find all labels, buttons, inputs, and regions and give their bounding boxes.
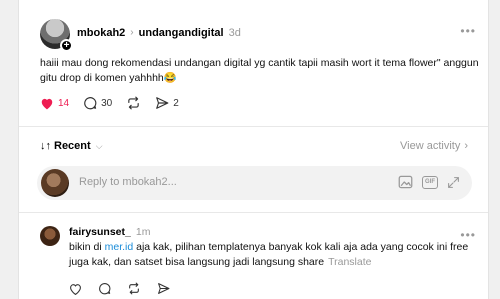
expand-icon[interactable] bbox=[447, 176, 460, 189]
avatar[interactable]: + bbox=[40, 19, 73, 52]
post-actions: 14 30 2 bbox=[40, 96, 193, 110]
share-button[interactable] bbox=[157, 282, 170, 295]
like-button[interactable]: 14 bbox=[40, 97, 69, 110]
post-community[interactable]: undangandigital bbox=[139, 26, 224, 40]
reply-input[interactable]: Reply to mbokah2... GIF bbox=[37, 166, 472, 200]
view-activity-link[interactable]: View activity › bbox=[400, 140, 468, 152]
share-icon bbox=[156, 97, 169, 109]
comment-actions bbox=[69, 282, 186, 295]
share-count: 2 bbox=[173, 97, 179, 109]
follow-plus-icon[interactable]: + bbox=[60, 39, 73, 52]
like-button[interactable] bbox=[69, 283, 82, 295]
post-header: mbokah2 › undangandigital 3d bbox=[77, 26, 241, 40]
translate-link[interactable]: Translate bbox=[328, 256, 371, 268]
repost-icon bbox=[128, 96, 139, 110]
avatar[interactable] bbox=[40, 226, 60, 246]
heart-icon bbox=[70, 283, 81, 295]
reply-tools: GIF bbox=[398, 175, 460, 189]
more-icon[interactable]: ••• bbox=[460, 25, 476, 37]
more-icon[interactable]: ••• bbox=[460, 229, 476, 241]
sort-dropdown[interactable]: ↓↑ Recent ⌵ bbox=[40, 140, 103, 152]
reply-placeholder: Reply to mbokah2... bbox=[79, 176, 177, 188]
post-text: haiii mau dong rekomendasi undangan digi… bbox=[40, 56, 480, 86]
sort-label: Recent bbox=[54, 140, 91, 152]
comment-icon bbox=[99, 283, 111, 295]
comment-text-before: bikin di bbox=[69, 241, 105, 253]
view-activity-label: View activity bbox=[400, 140, 461, 152]
comment-icon bbox=[84, 97, 97, 110]
repost-icon bbox=[129, 282, 139, 295]
chevron-right-icon: › bbox=[130, 27, 134, 38]
repost-button[interactable] bbox=[127, 282, 141, 295]
avatar bbox=[41, 169, 69, 197]
share-icon bbox=[158, 283, 170, 294]
comment-header: fairysunset_ 1m bbox=[69, 226, 150, 238]
share-button[interactable]: 2 bbox=[155, 96, 179, 110]
comment-button[interactable] bbox=[98, 282, 111, 295]
sort-icon: ↓↑ bbox=[40, 140, 51, 152]
thread-card: + mbokah2 › undangandigital 3d ••• haiii… bbox=[18, 0, 489, 299]
post-time: 3d bbox=[228, 27, 241, 39]
divider bbox=[19, 126, 488, 127]
comment-text: bikin di mer.id aja kak, pilihan templat… bbox=[69, 240, 479, 269]
comment-username[interactable]: fairysunset_ bbox=[69, 226, 131, 238]
gif-icon[interactable]: GIF bbox=[422, 175, 438, 189]
chevron-down-icon: ⌵ bbox=[95, 140, 103, 151]
like-count: 14 bbox=[58, 97, 70, 109]
post-body: haiii mau dong rekomendasi undangan digi… bbox=[40, 57, 479, 84]
comment-time: 1m bbox=[135, 226, 151, 238]
laughing-emoji: 😂 bbox=[163, 72, 177, 84]
heart-icon bbox=[41, 98, 53, 109]
divider bbox=[19, 212, 488, 213]
image-icon[interactable] bbox=[398, 175, 413, 189]
comment-link[interactable]: mer.id bbox=[105, 241, 134, 253]
chevron-right-icon: › bbox=[464, 140, 468, 152]
post-username[interactable]: mbokah2 bbox=[77, 26, 125, 40]
repost-button[interactable] bbox=[126, 96, 141, 110]
comment-count: 30 bbox=[101, 97, 113, 109]
comment-button[interactable]: 30 bbox=[83, 96, 112, 110]
